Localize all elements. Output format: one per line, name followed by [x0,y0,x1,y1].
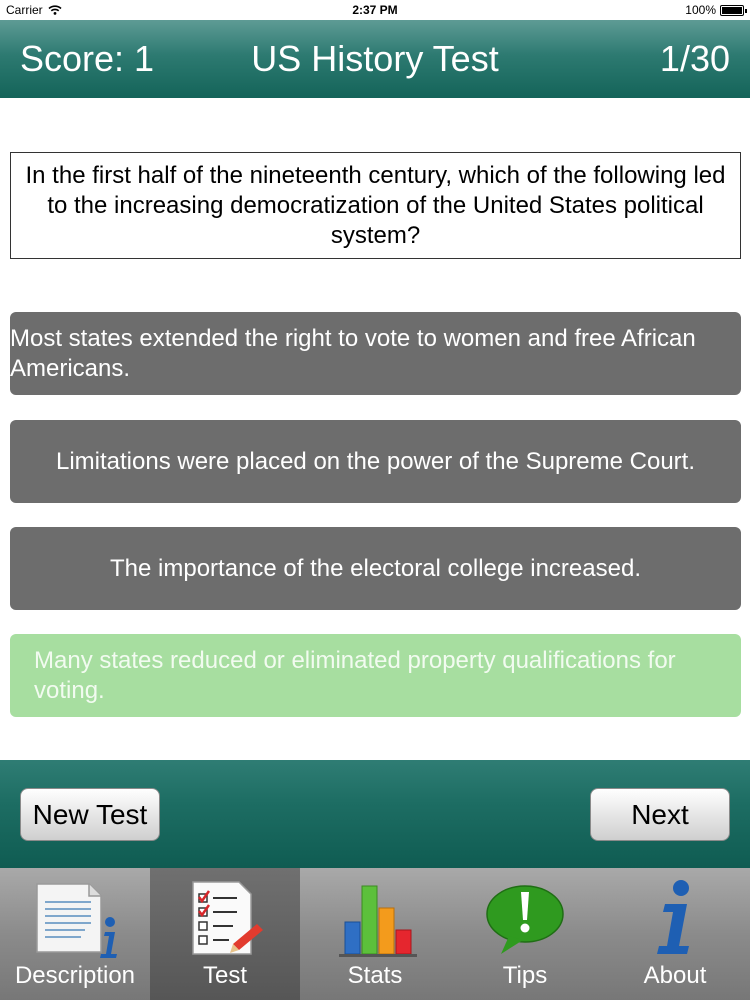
answer-text: The importance of the electoral college … [110,554,641,582]
question-box: In the first half of the nineteenth cent… [10,152,741,259]
score-label: Score: 1 [20,38,155,79]
question-counter: 1/30 [659,38,730,79]
status-bar: Carrier 2:37 PM 100% [0,0,750,20]
tab-label: About [643,962,707,989]
battery-percent: 100% [685,3,716,17]
answer-text: Most states extended the right to vote t… [10,324,696,382]
answer-option-2[interactable]: Limitations were placed on the power of … [10,420,741,503]
answer-option-3[interactable]: The importance of the electoral college … [10,527,741,610]
tab-about[interactable]: About [600,868,750,1000]
info-icon [657,880,689,954]
answer-option-1[interactable]: Most states extended the right to vote t… [10,312,741,395]
status-time: 2:37 PM [352,3,398,17]
tab-label: Description [14,962,136,989]
tab-bar: Description Test Stats Tips About [0,868,750,1000]
action-bar: New Test Next [0,760,750,868]
question-text: In the first half of the nineteenth cent… [25,161,726,249]
tab-stats[interactable]: Stats [300,868,450,1000]
tab-label: Test [202,962,247,989]
new-test-button[interactable]: New Test [20,788,160,841]
battery-status: 100% [685,3,747,17]
checklist-icon [192,881,263,955]
answer-text: Limitations were placed on the power of … [55,447,695,475]
tab-description[interactable]: Description [0,868,150,1000]
header-bar: US History Test Score: 1 1/30 [0,20,750,98]
bar-chart-icon [339,885,417,957]
exclamation-bubble-icon [486,885,564,954]
battery-icon [720,4,747,16]
tab-tips[interactable]: Tips [450,868,600,1000]
answer-option-4-correct[interactable]: Many states reduced or eliminated proper… [10,634,741,717]
tab-label: Stats [347,962,403,989]
description-icon [36,883,117,958]
tab-label: Tips [502,962,548,989]
answer-text: Many states reduced or eliminated proper… [34,646,676,704]
tab-test[interactable]: Test [150,868,300,1000]
next-button[interactable]: Next [590,788,730,841]
